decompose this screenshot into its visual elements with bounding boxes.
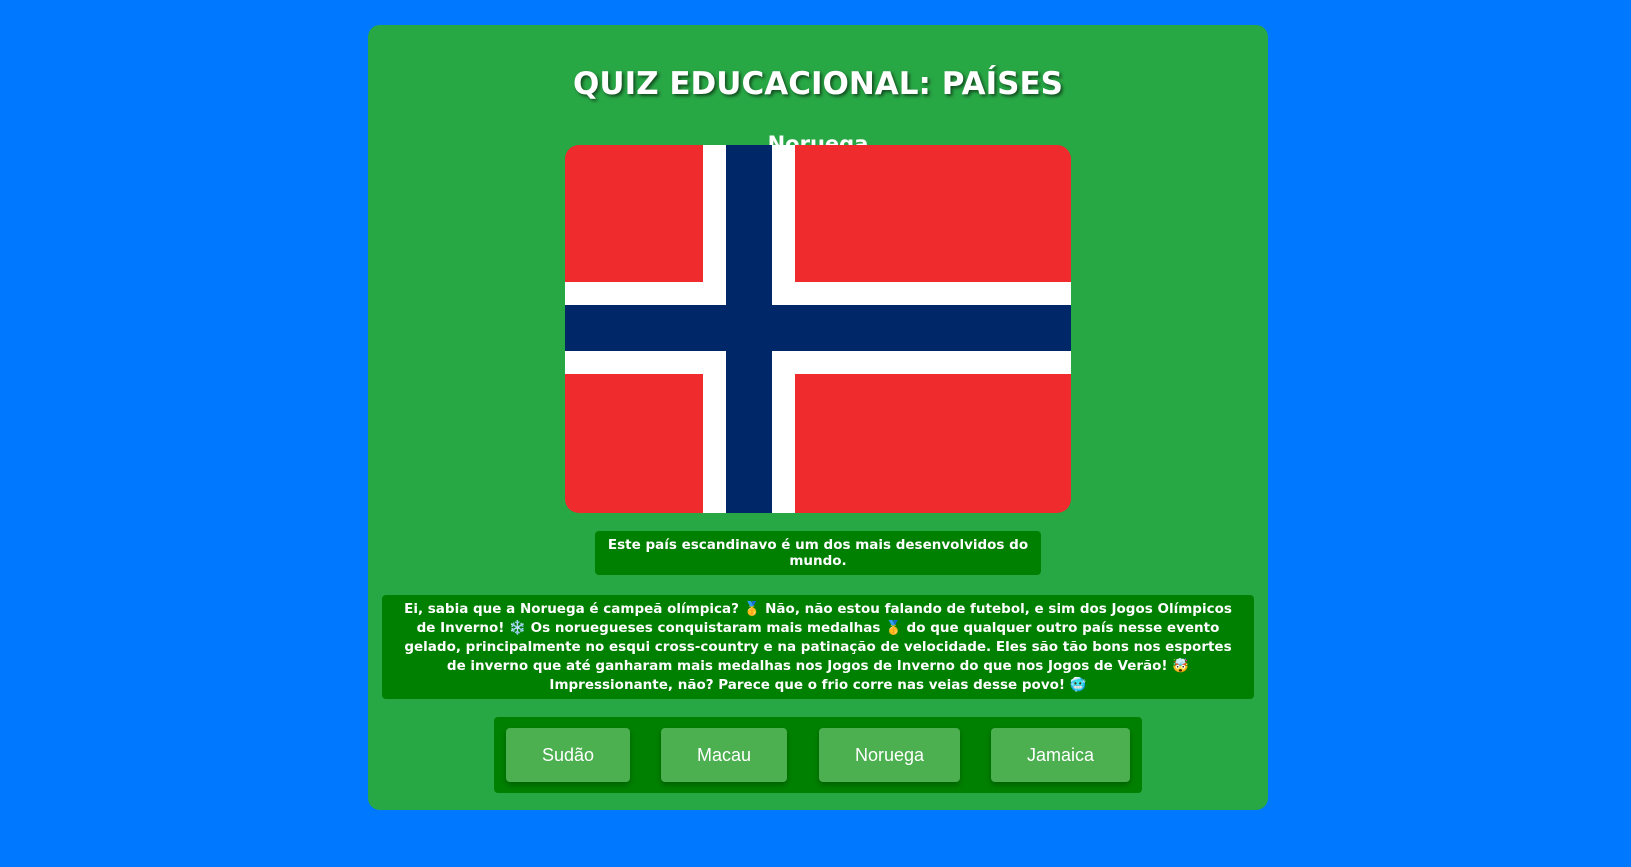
quiz-card: QUIZ EDUCACIONAL: PAÍSES Noruega Este pa… <box>368 25 1268 810</box>
answer-options: Sudão Macau Noruega Jamaica <box>494 717 1142 793</box>
option-button-jamaica[interactable]: Jamaica <box>991 728 1130 782</box>
option-button-sudao[interactable]: Sudão <box>506 728 630 782</box>
option-button-macau[interactable]: Macau <box>661 728 787 782</box>
quiz-title: QUIZ EDUCACIONAL: PAÍSES <box>573 66 1063 102</box>
fun-fact-box: Ei, sabia que a Noruega é campeã olímpic… <box>382 595 1254 699</box>
hint-box: Este país escandinavo é um dos mais dese… <box>595 531 1041 575</box>
option-button-noruega[interactable]: Noruega <box>819 728 960 782</box>
flag-blue-cross-horizontal <box>565 305 1071 351</box>
flag-image <box>565 145 1071 513</box>
